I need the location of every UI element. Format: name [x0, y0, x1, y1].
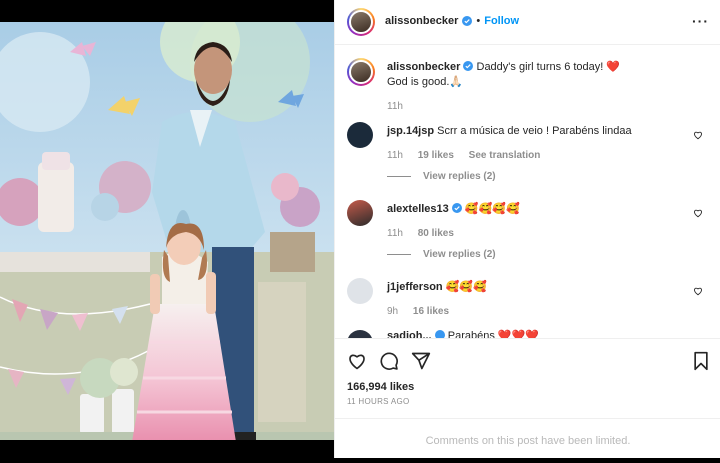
- comment-username[interactable]: j1jefferson: [387, 281, 443, 293]
- verified-icon: [462, 16, 473, 26]
- caption-avatar[interactable]: [347, 58, 375, 86]
- comment-item: sadioh... Parabéns ❤️❤️❤️: [347, 328, 709, 338]
- party-photo-image: [0, 22, 334, 440]
- author-avatar[interactable]: [347, 8, 375, 36]
- heart-icon[interactable]: [693, 208, 703, 218]
- bookmark-icon[interactable]: [691, 351, 711, 371]
- comment-text: Parabéns ❤️❤️❤️: [447, 330, 539, 338]
- like-count[interactable]: 166,994 likes: [347, 381, 414, 393]
- author-username[interactable]: alissonbecker: [385, 15, 458, 27]
- comment-username[interactable]: alextelles13: [387, 203, 449, 215]
- caption-username[interactable]: alissonbecker: [387, 61, 460, 73]
- comment-likes[interactable]: 19 likes: [418, 150, 454, 161]
- comment-username[interactable]: sadioh...: [387, 330, 432, 338]
- verified-icon: [451, 203, 462, 213]
- comment-item: alextelles13 🥰🥰🥰🥰 11h 80 likes: [347, 200, 709, 240]
- more-icon[interactable]: ···: [692, 13, 709, 29]
- caption-text-line2: God is good.🙏🏻: [387, 76, 464, 88]
- commenter-avatar[interactable]: [347, 122, 373, 148]
- action-bar: 166,994 likes 11 HOURS AGO: [335, 338, 720, 419]
- verified-icon: [463, 61, 474, 71]
- verified-icon: [434, 330, 445, 338]
- comment-text: 🥰🥰🥰: [445, 281, 487, 293]
- comment-username[interactable]: jsp.14jsp: [387, 125, 434, 137]
- comment-likes[interactable]: 80 likes: [418, 228, 454, 239]
- commenter-avatar[interactable]: [347, 330, 373, 338]
- comment-time: 11h: [387, 228, 403, 239]
- heart-icon[interactable]: [693, 286, 703, 296]
- post-header: alissonbecker • Follow ···: [335, 0, 720, 45]
- comments-limited-notice: Comments on this post have been limited.: [335, 418, 720, 459]
- dot-separator: •: [476, 15, 481, 27]
- caption-time: 11h: [387, 101, 403, 112]
- post-timestamp: 11 HOURS AGO: [347, 397, 410, 406]
- heart-icon[interactable]: [347, 351, 367, 371]
- heart-icon[interactable]: [693, 130, 703, 140]
- comment-item: jsp.14jsp Scrr a música de veio ! Parabé…: [347, 122, 709, 162]
- comment-icon[interactable]: [379, 351, 399, 371]
- post-side-panel: alissonbecker • Follow ··· alissonbecker…: [334, 0, 720, 458]
- see-translation-link[interactable]: See translation: [469, 150, 541, 161]
- commenter-avatar[interactable]: [347, 200, 373, 226]
- view-replies-button[interactable]: View replies (2): [387, 171, 496, 182]
- comment-item: j1jefferson 🥰🥰🥰 9h 16 likes: [347, 278, 709, 318]
- comment-likes[interactable]: 16 likes: [413, 306, 449, 317]
- commenter-avatar[interactable]: [347, 278, 373, 304]
- caption-text-line1: Daddy's girl turns 6 today! ❤️: [476, 61, 621, 73]
- comment-text: Scrr a música de veio ! Parabéns lindaa: [437, 125, 632, 137]
- view-replies-button[interactable]: View replies (2): [387, 249, 496, 260]
- share-icon[interactable]: [411, 351, 431, 371]
- comment-text: 🥰🥰🥰🥰: [464, 203, 520, 215]
- follow-button[interactable]: Follow: [484, 15, 519, 27]
- post-photo[interactable]: [0, 22, 334, 440]
- comment-time: 9h: [387, 306, 399, 317]
- comment-time: 11h: [387, 150, 403, 161]
